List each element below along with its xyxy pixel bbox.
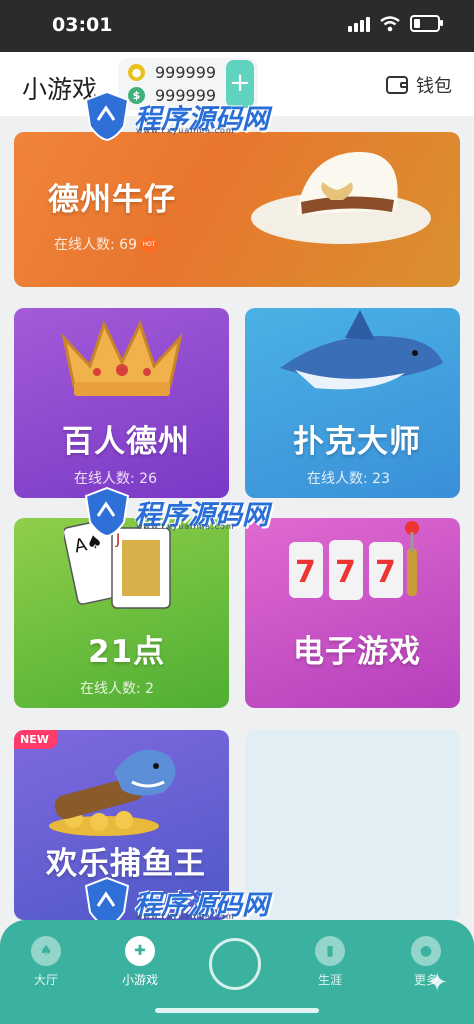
crown-image: [61, 319, 183, 396]
spade-icon: ♠: [31, 936, 61, 966]
svg-text:7: 7: [295, 555, 316, 590]
watermark: 程序源码网 www.cxyuanma.com: [84, 486, 269, 538]
watermark-url: www.cxyuanma.com: [136, 126, 235, 135]
watermark-url: www.cxyuanma.com: [136, 522, 235, 531]
gamepad-icon: ✚: [125, 936, 155, 966]
slot-machine-image: 7 7 7: [289, 521, 419, 600]
status-bar: 03:01: [0, 0, 474, 52]
svg-text:7: 7: [335, 555, 356, 590]
watermark: 程序源码网 www.cxyuanma.com: [84, 90, 269, 142]
empty-card-slot: [245, 730, 460, 920]
game-title: 德州牛仔: [48, 182, 176, 218]
bottom-nav: ♠ 大厅 ✚ 小游戏 ▮ 生涯 ● 更多 ✦: [0, 920, 474, 1024]
online-count-text: 在线人数: 69: [54, 237, 137, 253]
status-time: 03:01: [52, 14, 113, 36]
wallet-button[interactable]: 钱包: [386, 72, 452, 98]
nav-item-career[interactable]: ▮ 生涯: [300, 936, 360, 988]
gold-balance-row: ● 999999: [128, 63, 216, 82]
home-indicator: [155, 1008, 319, 1013]
game-title: 21点: [88, 634, 166, 670]
nav-label: 生涯: [317, 973, 342, 987]
game-title: 电子游戏: [293, 634, 421, 670]
hot-badge-icon: HOT: [140, 237, 157, 253]
watermark-shield-icon: [84, 90, 130, 142]
wifi-icon: [380, 15, 400, 31]
cowboy-hat-image: [251, 151, 431, 244]
fishing-shark-image: [49, 749, 176, 836]
game-card-poker-master[interactable]: 扑克大师 在线人数: 23: [245, 308, 460, 498]
nav-item-mini-games[interactable]: ✚ 小游戏: [110, 936, 170, 988]
user-icon: ●: [411, 936, 441, 966]
game-card-slots[interactable]: 7 7 7 电子游戏: [245, 518, 460, 708]
game-card-hundred-texas[interactable]: 百人德州 在线人数: 26: [14, 308, 229, 498]
sparkle-icon: ✦: [426, 968, 448, 998]
center-action-button[interactable]: [209, 938, 261, 990]
nav-item-lobby[interactable]: ♠ 大厅: [16, 936, 76, 988]
wallet-icon: [386, 76, 408, 94]
game-card-blackjack[interactable]: A♠ J 21点 在线人数: 2: [14, 518, 229, 708]
svg-text:7: 7: [375, 555, 396, 590]
shark-image: [280, 310, 443, 390]
online-count: 在线人数: 2: [80, 681, 155, 697]
status-icons: [348, 15, 443, 32]
nav-label: 小游戏: [121, 973, 158, 987]
online-count: 在线人数: 23: [307, 471, 390, 487]
watermark-shield-icon: [84, 486, 130, 538]
game-title: 百人德州: [62, 424, 190, 460]
nav-label: 大厅: [33, 973, 58, 987]
bar-chart-icon: ▮: [315, 936, 345, 966]
game-title: 扑克大师: [293, 424, 421, 460]
battery-icon: [410, 15, 443, 32]
signal-icon: [348, 16, 370, 32]
online-count: 在线人数: 69 HOT: [54, 234, 157, 254]
gold-coin-icon: ●: [128, 64, 145, 81]
online-count: 在线人数: 26: [74, 471, 157, 487]
game-card-texas-cowboy[interactable]: 德州牛仔 在线人数: 69 HOT: [14, 132, 460, 287]
gold-balance: 999999: [155, 63, 217, 82]
wallet-label: 钱包: [416, 76, 452, 97]
